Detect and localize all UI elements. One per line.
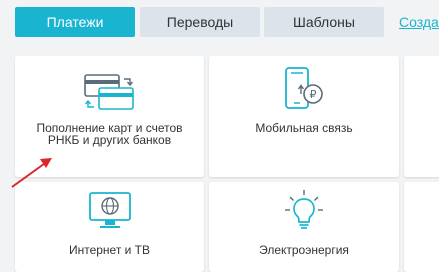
tile-partial[interactable] [404, 56, 439, 177]
tile-partial[interactable] [404, 182, 439, 272]
tile-electricity[interactable]: Электроэнергия [209, 182, 399, 272]
tile-internet-tv[interactable]: Интернет и ТВ [15, 182, 204, 272]
monitor-globe-icon [85, 190, 135, 239]
tile-mobile[interactable]: ₽ Мобильная связь [209, 56, 399, 177]
tile-label: Интернет и ТВ [68, 243, 151, 257]
annotation-arrow-icon [8, 152, 58, 192]
tile-label-line2: РНКБ и других банков [47, 133, 172, 147]
cards-transfer-icon [81, 71, 139, 118]
tab-payments[interactable]: Платежи [15, 7, 135, 37]
svg-text:₽: ₽ [310, 88, 317, 101]
tab-transfers[interactable]: Переводы [140, 7, 260, 37]
lightbulb-icon [281, 188, 327, 239]
tile-label: Электроэнергия [259, 243, 349, 257]
mobile-payment-icon: ₽ [279, 66, 329, 117]
tile-label: Мобильная связь [255, 121, 353, 135]
create-link[interactable]: Созда [399, 14, 439, 30]
payment-tabs: Платежи Переводы Шаблоны Созда [0, 0, 439, 52]
tab-templates[interactable]: Шаблоны [264, 7, 384, 37]
